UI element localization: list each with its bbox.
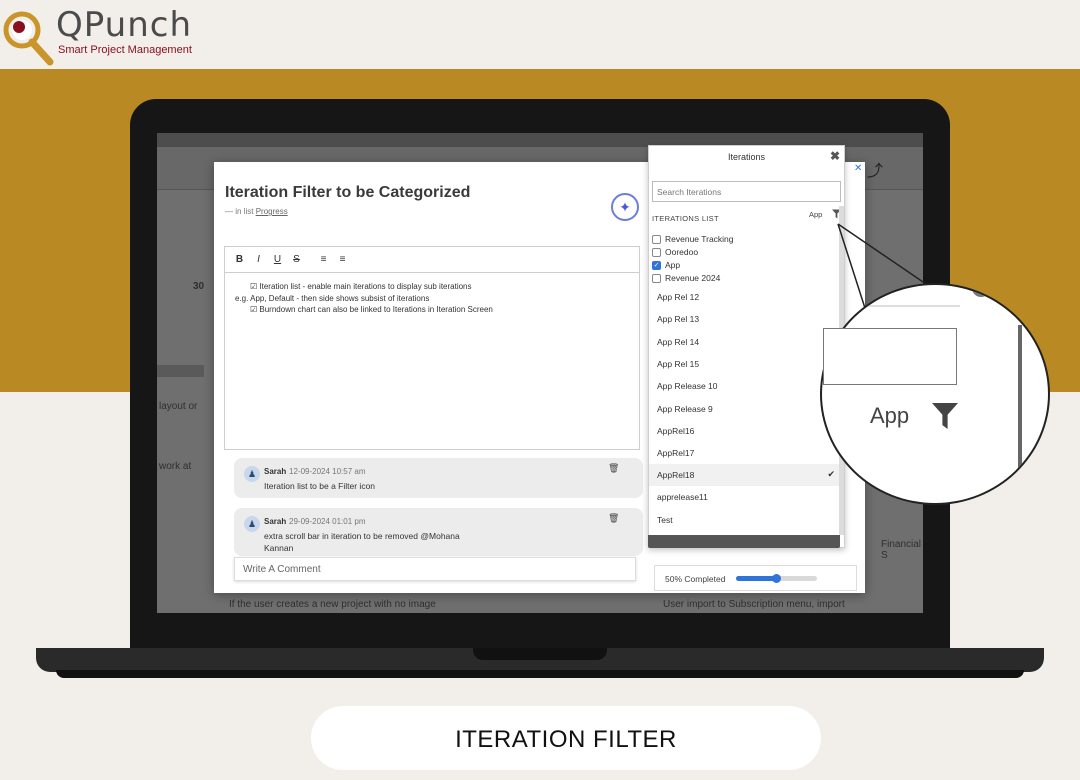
italic-button[interactable]: I	[254, 254, 263, 265]
checkbox[interactable]	[652, 234, 661, 244]
laptop-notch	[473, 648, 607, 660]
editor-toolbar: B I U S ≡ ≡	[225, 247, 639, 273]
iteration-item[interactable]: App Rel 15	[649, 353, 839, 375]
search-iterations-input[interactable]	[652, 181, 841, 202]
comment-input[interactable]: Write A Comment	[234, 557, 636, 581]
iteration-checkbox[interactable]: Ooredoo	[652, 247, 698, 257]
checkbox-checked[interactable]: ✓	[652, 260, 661, 270]
iteration-item-label: AppRel18	[657, 470, 695, 480]
chart-trend-icon[interactable]: ⤴	[867, 157, 883, 181]
iteration-item[interactable]: App Release 9	[649, 398, 839, 420]
bg-card-text: work at	[159, 461, 192, 472]
ai-assist-button[interactable]: ✦	[611, 193, 639, 221]
iteration-checkbox[interactable]: Revenue 2024	[652, 273, 720, 283]
comment-item: ♟ Sarah 12-09-2024 10:57 am Iteration li…	[234, 458, 643, 498]
laptop-base-shadow	[56, 670, 1024, 678]
progress-fill	[736, 576, 777, 581]
ordered-list-button[interactable]: ≡	[319, 254, 328, 265]
editor-line: e.g. App, Default - then side shows subs…	[235, 293, 430, 303]
bg-card-text: If the user creates a new project with n…	[229, 599, 436, 610]
strikethrough-button[interactable]: S	[292, 254, 301, 265]
scrollbar	[1018, 325, 1022, 503]
bg-card	[157, 365, 204, 377]
iterations-list-label: ITERATIONS LIST	[652, 214, 719, 223]
iteration-item[interactable]: App Release 10	[649, 375, 839, 397]
task-list-link[interactable]: Progress	[256, 207, 288, 216]
iteration-checkbox-label: Ooredoo	[665, 247, 699, 257]
zoom-magnifier	[820, 283, 1050, 505]
iterations-title: Iterations	[727, 152, 766, 162]
underline-button[interactable]: U	[273, 254, 282, 265]
task-list-prefix: — in list	[225, 207, 254, 216]
qpunch-logo-icon	[3, 11, 54, 66]
bg-card-text: layout or	[159, 401, 198, 412]
comment-text: Iteration list to be a Filter icon	[264, 481, 376, 491]
iteration-item-selected[interactable]: AppRel18 ✔	[649, 464, 839, 486]
iteration-checkbox[interactable]: ✓ App	[652, 260, 680, 270]
trash-icon[interactable]: 🗑	[608, 513, 619, 524]
iteration-checkbox-label: Revenue 2024	[665, 273, 721, 283]
checkbox[interactable]	[652, 247, 661, 257]
task-title: Iteration Filter to be Categorized	[225, 184, 471, 201]
iteration-item[interactable]: App Rel 14	[649, 331, 839, 353]
editor-body[interactable]: ☑ Iteration list - enable main iteration…	[225, 273, 639, 316]
iteration-checkbox-label: App	[665, 260, 681, 270]
description-editor[interactable]: B I U S ≡ ≡ ☑ Iteration list - enable ma…	[224, 246, 640, 450]
bg-card-text: User import to Subscription menu, import	[663, 599, 845, 610]
filter-icon	[932, 403, 958, 429]
iteration-item[interactable]: Test	[649, 509, 839, 531]
iteration-item[interactable]: apprelease11	[649, 486, 839, 508]
bg-card-text: Financial S	[881, 539, 922, 561]
avatar: ♟	[244, 516, 260, 532]
iteration-item[interactable]: AppRel17	[649, 442, 839, 464]
zoom-search-input	[823, 328, 957, 385]
iteration-checkbox[interactable]: Revenue Tracking	[652, 234, 734, 244]
comment-time: 29-09-2024 01:01 pm	[289, 517, 366, 526]
checkbox[interactable]	[652, 273, 661, 283]
iteration-checkbox-label: Revenue Tracking	[665, 234, 734, 244]
comment-author: Sarah	[264, 467, 287, 476]
checkmark-icon: ✔	[827, 469, 835, 479]
progress-label: 50% Completed	[665, 574, 726, 584]
comment-author: Sarah	[264, 517, 287, 526]
bold-button[interactable]: B	[235, 254, 244, 265]
zoom-filter-value: App	[870, 403, 910, 428]
trash-icon[interactable]: 🗑	[608, 463, 619, 474]
avatar: ♟	[244, 466, 260, 482]
bullet-list-button[interactable]: ≡	[338, 254, 347, 265]
column-number: 30	[193, 281, 205, 292]
caption-text: ITERATION FILTER	[455, 726, 677, 753]
brand-name: QPunch	[56, 5, 193, 45]
sparkle-icon: ✦	[619, 199, 631, 215]
horizontal-scrollbar[interactable]	[648, 535, 840, 548]
divider	[842, 305, 960, 307]
iteration-item[interactable]: App Rel 13	[649, 308, 839, 330]
close-icon[interactable]: ✖	[830, 149, 840, 163]
comment-text: extra scroll bar in iteration to be remo…	[264, 531, 460, 553]
comment-time: 12-09-2024 10:57 am	[289, 467, 366, 476]
iteration-item[interactable]: AppRel16	[649, 420, 839, 442]
brand-tagline: Smart Project Management	[58, 44, 192, 56]
zoom-edge-icon	[972, 285, 990, 297]
comment-item: ♟ Sarah 29-09-2024 01:01 pm extra scroll…	[234, 508, 643, 556]
task-list-info: — in list Progress	[225, 207, 288, 216]
editor-line: ☑ Iteration list - enable main iteration…	[250, 282, 472, 291]
progress-slider-handle[interactable]	[772, 574, 781, 583]
editor-line: ☑ Burndown chart can also be linked to I…	[250, 305, 493, 314]
iteration-item[interactable]: App Rel 12	[649, 286, 839, 308]
close-icon[interactable]: ✕	[854, 163, 862, 174]
